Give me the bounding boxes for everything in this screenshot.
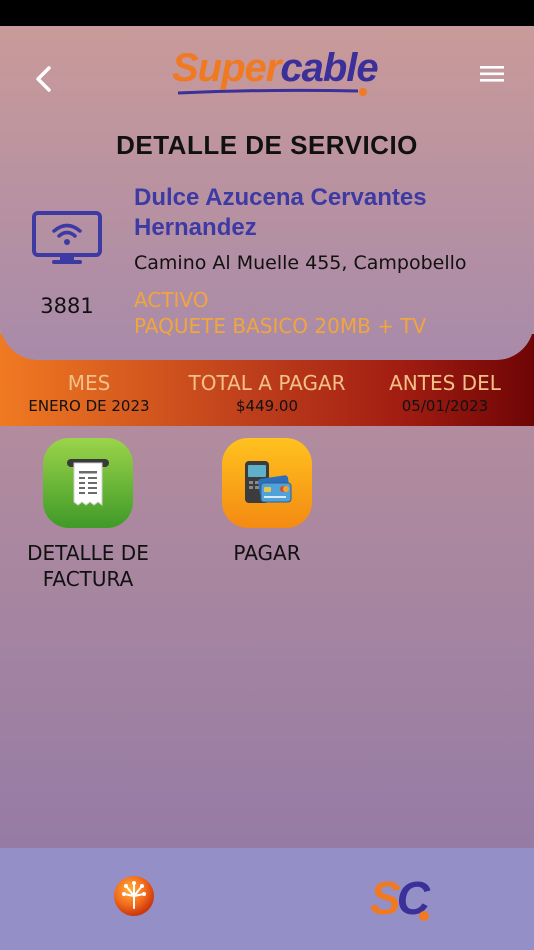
pay-label: PAGAR <box>233 541 301 565</box>
pay-tile[interactable] <box>222 438 312 528</box>
logo-super-text: Super <box>172 46 281 90</box>
logo-swoosh <box>178 88 367 96</box>
invoice-detail-label: DETALLE DE FACTURA <box>27 541 149 591</box>
payment-terminal-icon <box>245 461 292 503</box>
bottom-navigation-bar <box>0 848 534 950</box>
billing-due-date: ANTES DEL 05/01/2023 <box>356 370 534 416</box>
service-package: PAQUETE BASICO 20MB + TV <box>134 314 427 338</box>
service-status: ACTIVO <box>134 288 209 312</box>
fiber-network-button[interactable] <box>112 874 156 918</box>
billing-month-value: ENERO DE 2023 <box>28 397 150 415</box>
invoice-detail-tile[interactable] <box>43 438 133 528</box>
fiber-network-icon <box>114 876 154 916</box>
status-bar <box>0 0 534 26</box>
smart-tv-icon <box>30 210 104 266</box>
receipt-icon <box>67 459 109 506</box>
hamburger-menu-icon <box>480 66 504 82</box>
billing-due-value: 05/01/2023 <box>401 397 489 415</box>
pay-button[interactable]: PAGAR <box>179 438 355 566</box>
billing-total: TOTAL A PAGAR $449.00 <box>178 370 356 416</box>
supercable-logo: Supercable <box>172 44 379 98</box>
client-name: Dulce Azucena Cervantes Hernandez <box>134 184 427 241</box>
billing-total-label: TOTAL A PAGAR <box>188 371 346 395</box>
menu-button[interactable] <box>478 62 506 86</box>
supercable-sc-logo: SC <box>370 872 431 924</box>
invoice-detail-button[interactable]: DETALLE DE FACTURA <box>0 438 176 592</box>
back-button[interactable] <box>32 64 56 94</box>
chevron-left-icon <box>36 66 51 92</box>
account-number: 3881 <box>40 294 94 318</box>
page-title: DETALLE DE SERVICIO <box>116 130 418 160</box>
logo-cable-text: cable <box>280 46 378 90</box>
supercable-home-button[interactable]: SC <box>368 866 434 926</box>
client-address: Camino Al Muelle 455, Campobello <box>134 252 467 274</box>
billing-month-label: MES <box>67 371 111 395</box>
billing-total-value: $449.00 <box>235 397 299 415</box>
billing-due-label: ANTES DEL <box>389 371 501 395</box>
billing-month: MES ENERO DE 2023 <box>0 370 178 416</box>
